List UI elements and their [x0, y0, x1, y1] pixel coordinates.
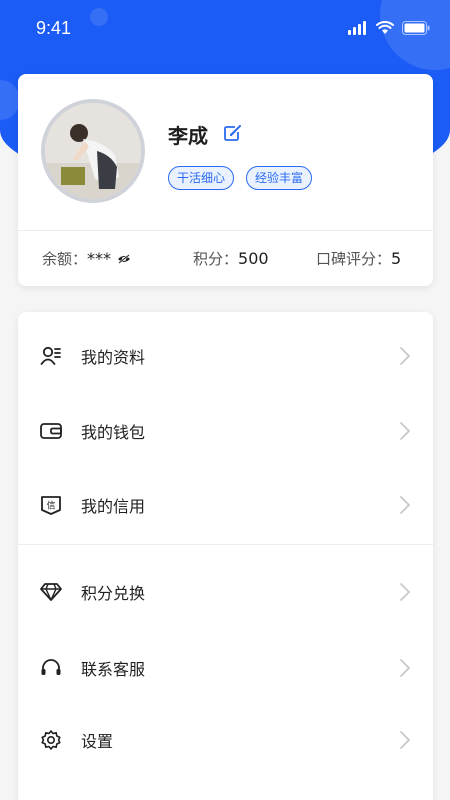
menu-label: 我的信用 [81, 497, 146, 516]
profile-icon [40, 345, 62, 367]
eye-off-icon[interactable] [117, 254, 131, 264]
points-stat: 积分： 500 [193, 244, 269, 274]
points-label: 积分： [193, 250, 239, 268]
chevron-right-icon [400, 731, 411, 749]
wallet-icon [40, 420, 62, 442]
menu-item-profile[interactable]: 我的资料 [18, 326, 433, 386]
battery-icon [402, 21, 430, 35]
wifi-icon [376, 21, 394, 34]
status-bar: 9:41 [0, 0, 450, 56]
avatar[interactable] [41, 99, 145, 203]
chevron-right-icon [400, 583, 411, 601]
rating-value: 5 [391, 249, 402, 268]
signal-icon [348, 21, 366, 35]
gear-icon [40, 729, 62, 751]
menu-label: 我的资料 [81, 348, 146, 367]
credit-icon: 信 [40, 494, 62, 516]
chevron-right-icon [400, 347, 411, 365]
menu-card: 我的资料 我的钱包 信 我的信用 积分兑换 联系客服 设置 [18, 312, 433, 800]
chevron-right-icon [400, 659, 411, 677]
balance-label: 余额： [42, 250, 88, 268]
profile-card: 李成 干活细心 经验丰富 余额： *** 积分： 500 口碑评分： 5 [18, 74, 433, 286]
divider [18, 230, 433, 231]
menu-divider [18, 544, 433, 545]
balance-value: *** [87, 249, 112, 268]
menu-label: 联系客服 [81, 660, 146, 679]
tag-experienced: 经验丰富 [246, 166, 313, 190]
status-time: 9:41 [36, 17, 72, 38]
balance-stat: 余额： *** [42, 244, 131, 274]
menu-item-customer-service[interactable]: 联系客服 [18, 638, 433, 698]
menu-item-settings[interactable]: 设置 [18, 710, 433, 770]
rating-stat: 口碑评分： 5 [316, 244, 401, 274]
menu-item-points-exchange[interactable]: 积分兑换 [18, 562, 433, 622]
stats-row: 余额： *** 积分： 500 口碑评分： 5 [18, 244, 433, 274]
user-name: 李成 [168, 124, 208, 148]
points-value: 500 [238, 249, 269, 268]
rating-label: 口碑评分： [316, 250, 392, 268]
tag-careful: 干活细心 [168, 166, 235, 190]
menu-item-credit[interactable]: 信 我的信用 [18, 475, 433, 535]
chevron-right-icon [400, 496, 411, 514]
diamond-icon [40, 581, 62, 603]
headset-icon [40, 657, 62, 679]
menu-item-wallet[interactable]: 我的钱包 [18, 401, 433, 461]
avatar-photo [45, 103, 141, 199]
menu-label: 我的钱包 [81, 423, 146, 442]
edit-icon[interactable] [224, 124, 242, 142]
menu-label: 设置 [81, 732, 114, 751]
chevron-right-icon [400, 422, 411, 440]
svg-text:信: 信 [46, 500, 55, 512]
menu-label: 积分兑换 [81, 584, 146, 603]
